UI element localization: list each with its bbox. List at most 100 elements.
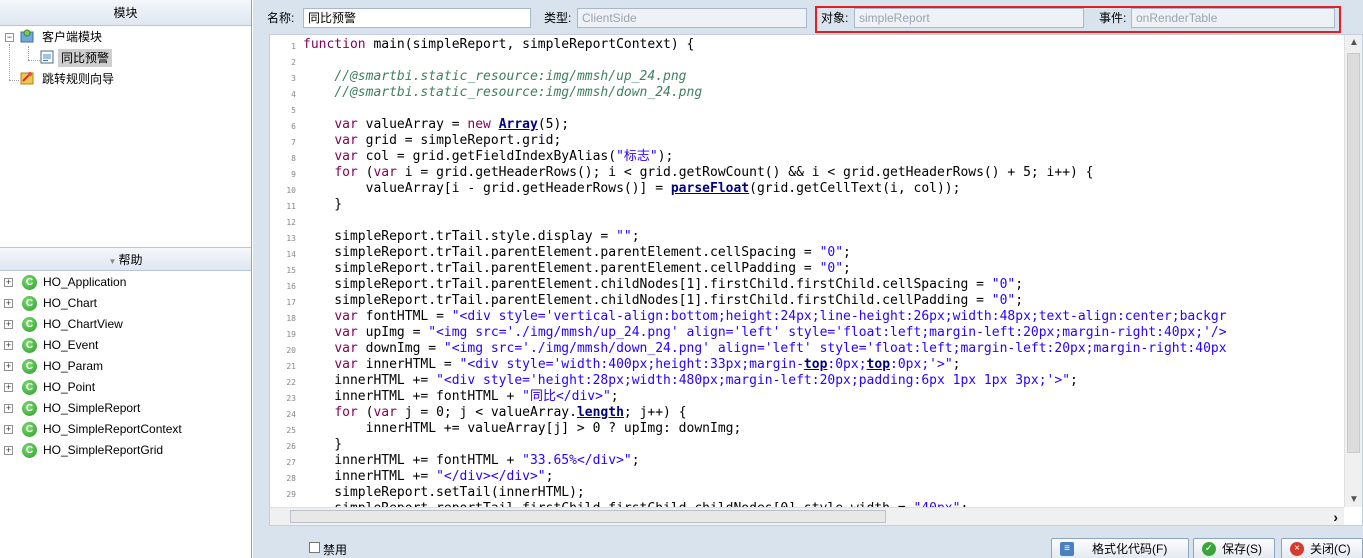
name-input[interactable]: 同比预警 <box>303 8 531 28</box>
line-number: 1 <box>291 42 296 51</box>
scroll-up-icon[interactable]: ▲ <box>1349 37 1359 48</box>
help-item-ho-chart[interactable]: + C HO_Chart <box>0 293 250 314</box>
code-line: innerHTML += fontHTML + "33.65%</div>"; <box>303 453 640 468</box>
line-number: 27 <box>286 458 296 467</box>
close-icon: × <box>1290 542 1304 556</box>
code-line: var innerHTML = "<div style='width:400px… <box>334 357 961 372</box>
wizard-icon <box>20 71 34 85</box>
help-item-label: HO_ChartView <box>43 317 123 331</box>
help-item-ho-simplereport[interactable]: + C HO_SimpleReport <box>0 398 250 419</box>
collapse-toggle-icon[interactable]: − <box>5 33 14 42</box>
expand-toggle-icon[interactable]: + <box>4 320 13 329</box>
help-item-label: HO_Chart <box>43 296 98 310</box>
line-number: 23 <box>286 394 296 403</box>
code-line: simpleReport.trTail.parentElement.childN… <box>303 277 1024 292</box>
class-icon: C <box>22 338 37 353</box>
expand-toggle-icon[interactable]: + <box>4 404 13 413</box>
save-button[interactable]: ✓ 保存(S) <box>1193 538 1275 558</box>
object-input: simpleReport <box>854 8 1084 28</box>
code-line: valueArray[i - grid.getHeaderRows()] = p… <box>303 181 961 196</box>
code-line: var downImg = "<img src='./img/mmsh/down… <box>334 341 1227 356</box>
line-number: 21 <box>286 362 296 371</box>
code-line: innerHTML += "<div style='height:28px;wi… <box>303 373 1078 388</box>
horizontal-scrollbar[interactable]: › <box>270 507 1344 525</box>
code-line: var valueArray = new Array(5); <box>334 117 570 132</box>
code-line: simpleReport.setTail(innerHTML); <box>303 485 585 500</box>
script-file-icon <box>40 50 54 64</box>
line-number: 3 <box>291 74 296 83</box>
type-label: 类型: <box>544 11 572 25</box>
expand-toggle-icon[interactable]: + <box>4 299 13 308</box>
class-icon: C <box>22 359 37 374</box>
tree-node-jump-rule-wizard[interactable]: 跳转规则向导 <box>0 70 240 88</box>
script-editor-panel: 名称: 同比预警 类型: ClientSide 对象: simpleReport… <box>253 0 1363 558</box>
code-line: var fontHTML = "<div style='vertical-ali… <box>334 309 1227 324</box>
expand-toggle-icon[interactable]: + <box>4 341 13 350</box>
help-item-label: HO_SimpleReportGrid <box>43 443 164 457</box>
modules-panel-header: 模块 <box>0 0 251 26</box>
close-button[interactable]: × 关闭(C) <box>1281 538 1363 558</box>
expand-toggle-icon[interactable]: + <box>4 278 13 287</box>
tree-node-label: 同比预警 <box>58 49 113 67</box>
disable-label: 禁用 <box>323 543 348 557</box>
line-number: 5 <box>291 106 296 115</box>
code-line: function main(simpleReport, simpleReport… <box>303 37 695 52</box>
class-icon: C <box>22 443 37 458</box>
name-label: 名称: <box>267 11 295 25</box>
line-number: 6 <box>291 122 296 131</box>
code-editor[interactable]: 1 2 3 4 5 6 7 8 9 10 11 12 13 14 15 16 17 18 19 20 21 22 23 24 2… <box>269 34 1363 526</box>
code-line: var col = grid.getFieldIndexByAlias("标志"… <box>334 149 674 164</box>
code-line: simpleReport.trTail.style.display = ""; <box>303 229 640 244</box>
line-number: 25 <box>286 426 296 435</box>
code-line: //@smartbi.static_resource:img/mmsh/up_2… <box>334 69 687 84</box>
class-icon: C <box>22 317 37 332</box>
help-item-label: HO_Point <box>43 380 96 394</box>
expand-toggle-icon[interactable]: + <box>4 362 13 371</box>
code-line: var upImg = "<img src='./img/mmsh/up_24.… <box>334 325 1227 340</box>
help-item-label: HO_Event <box>43 338 99 352</box>
help-item-ho-point[interactable]: + C HO_Point <box>0 377 250 398</box>
scroll-down-icon[interactable]: ▼ <box>1349 494 1359 505</box>
code-line: simpleReport.trTail.parentElement.parent… <box>303 245 851 260</box>
vertical-scroll-thumb[interactable] <box>1347 53 1360 453</box>
tree-node-yoy-alert[interactable]: 同比预警 <box>0 49 240 67</box>
class-icon: C <box>22 380 37 395</box>
code-line: simpleReport.trTail.parentElement.childN… <box>303 293 1024 308</box>
code-line: innerHTML += "</div></div>"; <box>303 469 554 484</box>
line-number: 18 <box>286 314 296 323</box>
event-input: onRenderTable <box>1131 8 1335 28</box>
line-number: 9 <box>291 170 296 179</box>
expand-toggle-icon[interactable]: + <box>4 383 13 392</box>
help-item-ho-chartview[interactable]: + C HO_ChartView <box>0 314 250 335</box>
help-item-ho-param[interactable]: + C HO_Param <box>0 356 250 377</box>
line-number: 4 <box>291 90 296 99</box>
object-label: 对象: <box>821 11 849 25</box>
line-number: 19 <box>286 330 296 339</box>
line-number: 7 <box>291 138 296 147</box>
help-panel-header[interactable]: ▼ 帮助 <box>0 247 251 271</box>
horizontal-scroll-thumb[interactable] <box>290 510 886 523</box>
tree-node-client-modules[interactable]: − 客户端模块 <box>0 28 240 46</box>
scroll-right-icon[interactable]: › <box>1333 508 1338 525</box>
help-item-ho-simplereportgrid[interactable]: + C HO_SimpleReportGrid <box>0 440 250 461</box>
module-tree: − 客户端模块 同比预警 跳转规则向导 <box>0 26 251 246</box>
expand-toggle-icon[interactable]: + <box>4 425 13 434</box>
help-title: 帮助 <box>118 253 143 267</box>
disable-checkbox[interactable] <box>309 542 320 553</box>
expand-toggle-icon[interactable]: + <box>4 446 13 455</box>
tree-node-label: 跳转规则向导 <box>42 72 115 86</box>
code-line: } <box>303 197 343 212</box>
format-code-button[interactable]: ≡ 格式化代码(F) <box>1051 538 1189 558</box>
code-area[interactable]: function main(simpleReport, simpleReport… <box>303 35 1344 507</box>
line-number: 2 <box>291 58 296 67</box>
collapse-triangle-icon: ▼ <box>108 257 117 266</box>
code-line: //@smartbi.static_resource:img/mmsh/down… <box>334 85 703 100</box>
line-number: 8 <box>291 154 296 163</box>
line-number: 15 <box>286 266 296 275</box>
line-number: 20 <box>286 346 296 355</box>
help-item-ho-application[interactable]: + C HO_Application <box>0 272 250 293</box>
help-item-ho-event[interactable]: + C HO_Event <box>0 335 250 356</box>
vertical-scrollbar[interactable]: ▲ ▼ <box>1344 35 1362 507</box>
help-item-label: HO_Param <box>43 359 104 373</box>
help-item-ho-simplereportcontext[interactable]: + C HO_SimpleReportContext <box>0 419 250 440</box>
